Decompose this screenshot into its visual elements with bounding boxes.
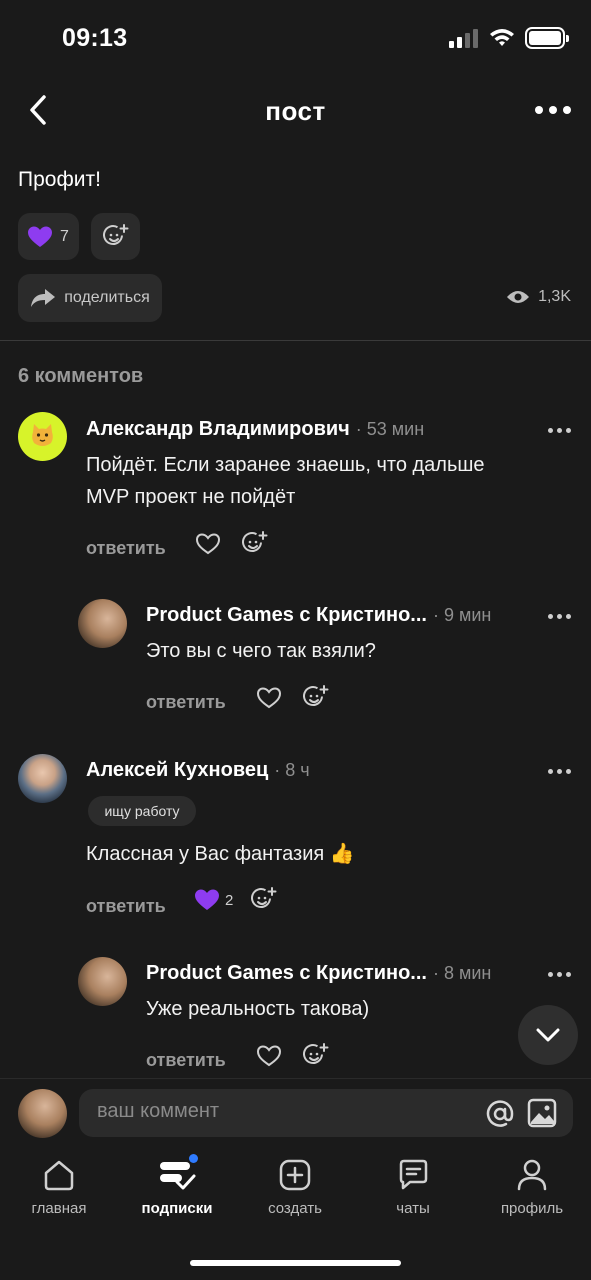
- tab-label: главная: [31, 1200, 87, 1217]
- comments-count: 6 комментов: [18, 365, 144, 387]
- comment-time: · 8 ч: [274, 760, 310, 780]
- comment-header: Александр Владимирович · 53 мин: [86, 418, 424, 441]
- chat-icon: [399, 1159, 428, 1190]
- reaction-chip[interactable]: 2: [195, 889, 233, 911]
- comment-author[interactable]: Product Games с Кристино...: [146, 962, 427, 985]
- comment-time: · 9 мин: [432, 605, 492, 625]
- avatar[interactable]: [18, 754, 67, 803]
- comment-more-button[interactable]: [548, 769, 571, 774]
- wifi-icon: [490, 29, 514, 46]
- home-icon: [44, 1160, 74, 1191]
- home-indicator: [190, 1260, 401, 1266]
- comment-text: Уже реальность такова): [146, 998, 370, 1020]
- purple-heart-icon: [195, 889, 219, 910]
- status-time: 09:13: [62, 24, 128, 52]
- battery-icon: [525, 27, 569, 49]
- status-badge: ищу работу: [88, 796, 196, 826]
- add-emoji-icon: [102, 223, 128, 245]
- subscriptions-icon: [158, 1154, 198, 1192]
- reply-button[interactable]: ответить: [146, 692, 226, 713]
- profile-icon: [517, 1159, 547, 1191]
- more-icon: [535, 106, 543, 114]
- comment-input-placeholder: ваш коммент: [97, 1100, 220, 1122]
- scroll-down-button[interactable]: [518, 1005, 578, 1065]
- reply-button[interactable]: ответить: [146, 1050, 226, 1071]
- plus-icon: [279, 1159, 311, 1191]
- tab-subscriptions[interactable]: подписки: [118, 1154, 236, 1217]
- reaction-count: 7: [60, 227, 69, 245]
- tab-create[interactable]: создать: [236, 1158, 354, 1217]
- reply-button[interactable]: ответить: [86, 538, 166, 559]
- add-emoji-icon[interactable]: [251, 887, 277, 913]
- comment-time: · 53 мин: [355, 419, 425, 439]
- share-label: поделиться: [64, 289, 150, 306]
- views-counter: 1,3K: [506, 288, 571, 306]
- comment-more-button[interactable]: [548, 428, 571, 433]
- reply-button[interactable]: ответить: [86, 896, 166, 917]
- comment-text: Пойдёт. Если заранее знаешь, что дальше …: [86, 454, 485, 508]
- my-avatar[interactable]: [18, 1089, 67, 1138]
- more-options-button[interactable]: [531, 98, 575, 122]
- add-emoji-icon[interactable]: [242, 531, 268, 557]
- like-heart-icon[interactable]: [256, 1044, 282, 1068]
- divider: [0, 340, 591, 341]
- page-title: пост: [265, 96, 326, 126]
- views-count: 1,3K: [538, 288, 571, 305]
- purple-heart-icon: [28, 226, 53, 247]
- tab-home[interactable]: главная: [0, 1158, 118, 1217]
- tab-label: чаты: [396, 1200, 430, 1217]
- share-button[interactable]: поделиться: [18, 274, 162, 322]
- add-reaction-button[interactable]: [91, 213, 140, 260]
- avatar[interactable]: [78, 957, 127, 1006]
- mention-icon[interactable]: [485, 1099, 515, 1129]
- comment-text: Это вы с чего так взяли?: [146, 640, 376, 662]
- comment-header: Product Games с Кристино... · 9 мин: [146, 604, 491, 627]
- tab-label: подписки: [141, 1200, 213, 1217]
- image-icon[interactable]: [527, 1098, 557, 1128]
- comment-header: Product Games с Кристино... · 8 мин: [146, 962, 491, 985]
- notification-dot: [189, 1154, 198, 1163]
- add-emoji-icon[interactable]: [303, 1043, 329, 1069]
- reaction-chip[interactable]: 7: [18, 213, 79, 260]
- post-text: Профит!: [18, 168, 101, 191]
- comment-text: Классная у Вас фантазия 👍: [86, 843, 355, 865]
- like-heart-icon[interactable]: [195, 532, 221, 556]
- tab-chats[interactable]: чаты: [354, 1158, 472, 1217]
- signal-icon: [449, 29, 478, 48]
- comment-author[interactable]: Александр Владимирович: [86, 418, 350, 441]
- cat-emoji-icon: [32, 424, 53, 446]
- comment-more-button[interactable]: [548, 972, 571, 977]
- reaction-count: 2: [225, 891, 234, 909]
- eye-icon: [507, 291, 530, 303]
- tab-profile[interactable]: профиль: [473, 1158, 591, 1217]
- status-icons: [449, 27, 569, 49]
- comment-more-button[interactable]: [548, 614, 571, 619]
- comment-author[interactable]: Product Games с Кристино...: [146, 604, 427, 627]
- avatar[interactable]: [18, 412, 67, 461]
- comment-author[interactable]: Алексей Кухновец: [86, 759, 268, 782]
- tab-label: создать: [268, 1200, 322, 1217]
- chevron-down-icon: [536, 1028, 560, 1042]
- tab-label: профиль: [500, 1200, 564, 1217]
- comment-header: Алексей Кухновец · 8 ч: [86, 759, 310, 782]
- add-emoji-icon[interactable]: [303, 685, 329, 711]
- comment-time: · 8 мин: [432, 963, 492, 983]
- share-arrow-icon: [31, 289, 56, 307]
- avatar[interactable]: [78, 599, 127, 648]
- like-heart-icon[interactable]: [256, 686, 282, 710]
